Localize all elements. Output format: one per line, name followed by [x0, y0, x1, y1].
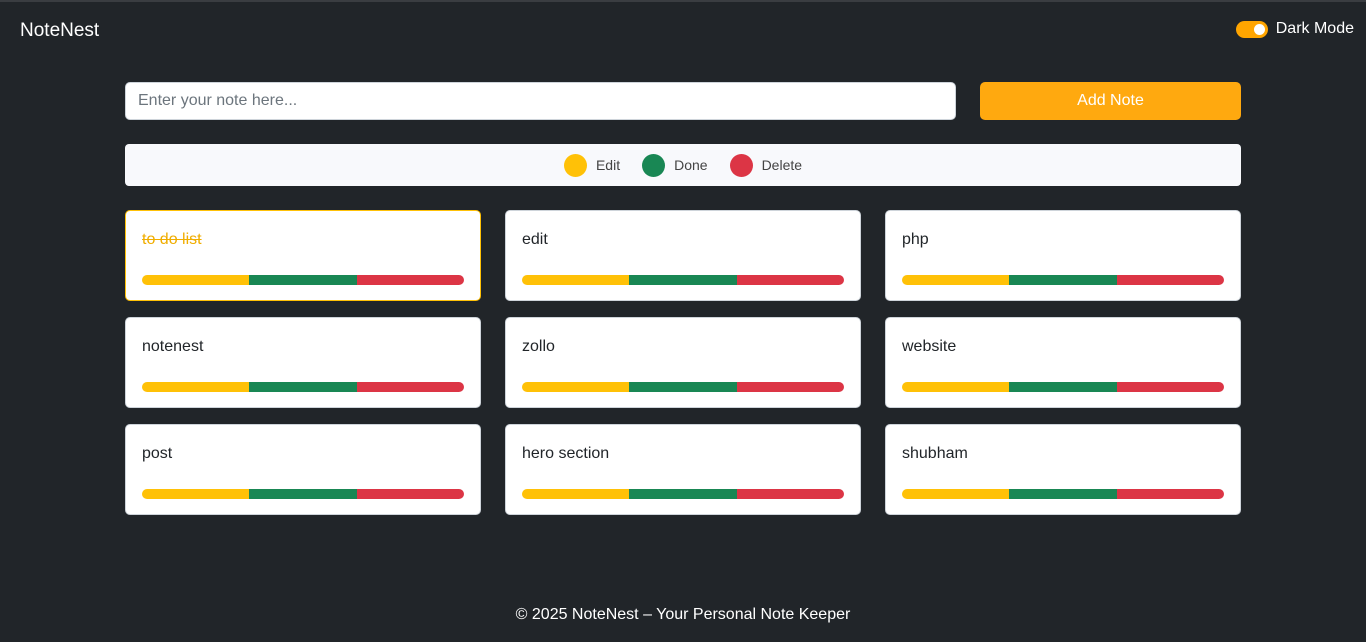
delete-button[interactable]	[736, 489, 844, 499]
legend-label: Delete	[761, 157, 803, 173]
note-text: to do list	[142, 231, 202, 248]
footer: © 2025 NoteNest – Your Personal Note Kee…	[515, 606, 851, 623]
dark-mode-toggle[interactable]: Dark Mode	[1235, 20, 1354, 38]
dark-mode-switch[interactable]	[1235, 20, 1268, 38]
note-text: shubham	[902, 445, 968, 462]
note-action-bar	[142, 382, 464, 392]
note-action-bar	[522, 489, 844, 499]
add-note-button[interactable]: Add Note	[980, 82, 1241, 120]
edit-button[interactable]	[902, 275, 1010, 285]
delete-button[interactable]	[356, 382, 464, 392]
note-card: post	[125, 424, 481, 515]
edit-button[interactable]	[142, 275, 250, 285]
edit-button[interactable]	[902, 489, 1010, 499]
switch-knob	[1253, 23, 1265, 35]
note-action-bar	[522, 382, 844, 392]
legend-label: Edit	[595, 157, 621, 173]
legend-label: Done	[674, 157, 708, 173]
note-action-bar	[522, 275, 844, 285]
note-card: edit	[505, 210, 861, 301]
note-action-bar	[902, 382, 1224, 392]
note-action-bar	[902, 489, 1224, 499]
delete-button[interactable]	[356, 275, 464, 285]
legend-item-delete: Delete	[729, 153, 803, 177]
note-action-bar	[902, 275, 1224, 285]
done-button[interactable]	[249, 275, 357, 285]
edit-button[interactable]	[522, 382, 630, 392]
delete-button[interactable]	[1116, 489, 1224, 499]
legend-dot-edit	[563, 153, 587, 177]
note-card: zollo	[505, 317, 861, 408]
legend-dot-delete	[729, 153, 753, 177]
done-button[interactable]	[629, 489, 737, 499]
delete-button[interactable]	[356, 489, 464, 499]
brand-title: NoteNest	[20, 20, 100, 41]
note-action-bar	[142, 275, 464, 285]
edit-button[interactable]	[142, 382, 250, 392]
dark-mode-label: Dark Mode	[1275, 20, 1354, 37]
note-text: post	[142, 445, 173, 462]
done-button[interactable]	[1009, 382, 1117, 392]
note-text: php	[902, 231, 929, 248]
note-text: hero section	[522, 445, 610, 462]
done-button[interactable]	[249, 382, 357, 392]
note-text: zollo	[522, 338, 555, 355]
note-card: php	[885, 210, 1241, 301]
note-input[interactable]	[125, 82, 956, 120]
edit-button[interactable]	[902, 382, 1010, 392]
done-button[interactable]	[1009, 489, 1117, 499]
delete-button[interactable]	[1116, 382, 1224, 392]
legend-item-done: Done	[642, 153, 708, 177]
note-card: to do list	[125, 210, 481, 301]
notes-grid: to do list edit php notenest zollo website pos…	[125, 210, 1241, 515]
note-text: edit	[522, 231, 548, 248]
legend-dot-done	[642, 153, 666, 177]
done-button[interactable]	[629, 382, 737, 392]
note-card: shubham	[885, 424, 1241, 515]
edit-button[interactable]	[142, 489, 250, 499]
edit-button[interactable]	[522, 275, 630, 285]
legend-item-edit: Edit	[563, 153, 621, 177]
action-legend: Edit Done Delete	[125, 144, 1241, 186]
note-card: website	[885, 317, 1241, 408]
note-card: hero section	[505, 424, 861, 515]
note-action-bar	[142, 489, 464, 499]
done-button[interactable]	[629, 275, 737, 285]
note-text: website	[902, 338, 957, 355]
note-card: notenest	[125, 317, 481, 408]
done-button[interactable]	[249, 489, 357, 499]
delete-button[interactable]	[736, 382, 844, 392]
delete-button[interactable]	[736, 275, 844, 285]
note-text: notenest	[142, 338, 204, 355]
delete-button[interactable]	[1116, 275, 1224, 285]
edit-button[interactable]	[522, 489, 630, 499]
done-button[interactable]	[1009, 275, 1117, 285]
